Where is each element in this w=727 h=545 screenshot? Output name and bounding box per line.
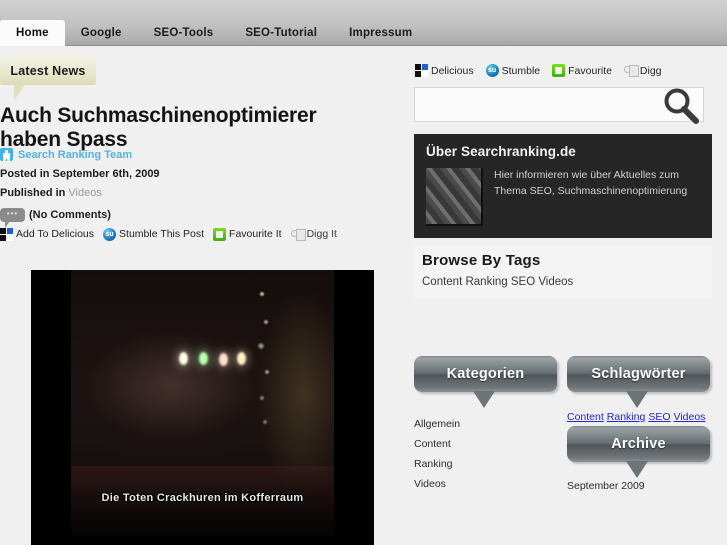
delicious-icon	[0, 227, 13, 241]
tag-link[interactable]: Ranking	[607, 411, 646, 423]
browse-by-tags-title: Browse By Tags	[422, 252, 541, 269]
kategorien-item[interactable]: Videos	[414, 474, 554, 494]
share-label: Digg	[639, 64, 662, 77]
about-panel: Über Searchranking.de Hier informieren w…	[414, 134, 712, 238]
digg-icon	[623, 64, 639, 77]
share-label: Stumble This Post	[119, 228, 205, 240]
kategorien-item[interactable]: Allgemein	[414, 414, 554, 434]
sidebar-social-links: Delicious Stumble Favourite Digg	[415, 64, 670, 77]
top-navigation-bar: Home Google SEO-Tools SEO-Tutorial Impressum	[0, 0, 727, 46]
share-label: Digg It	[306, 228, 337, 240]
page-body: Latest News Auch Suchmaschinenoptimierer…	[0, 46, 727, 545]
kategorien-header-tail	[473, 391, 495, 408]
author-icon	[0, 148, 13, 161]
author-name[interactable]: Search Ranking Team	[18, 149, 132, 161]
kategorien-item[interactable]: Ranking	[414, 454, 554, 474]
tag-link[interactable]: SEO	[648, 411, 670, 423]
nav-item-google[interactable]: Google	[65, 20, 138, 46]
comment-dots: •••	[6, 209, 19, 218]
video-caption: Die Toten Crackhuren im Kofferraum	[101, 492, 304, 504]
nav-item-seo-tutorial[interactable]: SEO-Tutorial	[229, 20, 333, 46]
about-title: Über Searchranking.de	[426, 144, 576, 159]
delicious-icon	[415, 64, 428, 77]
share-favourite[interactable]: Favourite	[552, 64, 612, 77]
published-category[interactable]: Videos	[68, 187, 101, 199]
share-delicious[interactable]: Delicious	[415, 64, 474, 77]
share-label: Delicious	[431, 64, 474, 77]
schlagwoerter-title: Schlagwörter	[591, 366, 686, 382]
post-author[interactable]: Search Ranking Team	[0, 148, 132, 161]
share-digg[interactable]: Digg It	[290, 228, 337, 241]
sidebar-column: Delicious Stumble Favourite Digg Über Searc…	[408, 46, 712, 545]
post-comments[interactable]: ••• (No Comments)	[0, 204, 111, 228]
post-published-in: Published in Videos	[0, 187, 102, 199]
digg-icon	[290, 228, 306, 241]
comments-count-label[interactable]: (No Comments)	[29, 209, 111, 221]
archive-header-tail	[626, 461, 648, 478]
archive-item[interactable]: September 2009	[567, 480, 645, 492]
share-stumbleupon[interactable]: Stumble	[485, 64, 541, 77]
search-box[interactable]	[414, 87, 704, 124]
kategorien-list: Allgemein Content Ranking Videos	[414, 414, 554, 494]
share-label: Stumble	[501, 64, 541, 77]
archive-widget-header: Archive	[567, 426, 710, 462]
share-favourite[interactable]: Favourite It	[213, 227, 282, 241]
video-frame: Die Toten Crackhuren im Kofferraum	[71, 270, 334, 545]
share-delicious[interactable]: Add To Delicious	[0, 227, 95, 241]
comment-bubble-icon: •••	[0, 208, 25, 228]
tag-link[interactable]: Videos	[674, 411, 706, 423]
nav-item-seo-tools[interactable]: SEO-Tools	[138, 20, 230, 46]
browse-by-tags-panel: Browse By Tags Content Ranking SEO Video…	[414, 246, 712, 298]
post-title: Auch Suchmaschinenoptimierer haben Spass	[0, 104, 317, 151]
archive-title: Archive	[611, 436, 666, 452]
published-label: Published in	[0, 187, 66, 199]
stage-light	[199, 352, 208, 365]
stumbleupon-icon	[485, 64, 499, 77]
post-share-links: Add To Delicious Stumble This Post Favouri…	[0, 226, 342, 242]
post-date: Posted in September 6th, 2009	[0, 168, 160, 180]
share-label: Favourite It	[229, 228, 282, 240]
kategorien-title: Kategorien	[446, 366, 525, 382]
main-menu: Home Google SEO-Tools SEO-Tutorial Impressum	[0, 20, 428, 46]
about-thumbnail-image	[426, 168, 483, 226]
nav-item-impressum[interactable]: Impressum	[333, 20, 428, 46]
favourite-icon	[552, 64, 566, 77]
share-label: Add To Delicious	[16, 228, 95, 240]
search-icon[interactable]	[660, 85, 702, 127]
latest-news-label: Latest News	[10, 63, 86, 78]
schlagwoerter-widget-header: Schlagwörter	[567, 356, 710, 392]
browse-by-tags-list[interactable]: Content Ranking SEO Videos	[422, 276, 573, 288]
stumbleupon-icon	[103, 227, 117, 241]
kategorien-widget-header: Kategorien	[414, 356, 557, 392]
latest-news-badge: Latest News	[0, 56, 96, 102]
kategorien-item[interactable]: Content	[414, 434, 554, 454]
tag-link[interactable]: Content	[567, 411, 604, 423]
archive-list: September 2009	[567, 480, 645, 492]
stage-light	[179, 352, 188, 365]
speech-bubble-tail	[14, 84, 25, 101]
video-floor-shadow	[71, 466, 334, 545]
search-input[interactable]	[415, 88, 671, 121]
stage-light	[237, 352, 246, 365]
main-content-column: Latest News Auch Suchmaschinenoptimierer…	[0, 46, 395, 545]
share-digg[interactable]: Digg	[623, 64, 662, 77]
favourite-icon	[213, 227, 227, 241]
latest-news-bubble: Latest News	[0, 56, 96, 85]
share-stumbleupon[interactable]: Stumble This Post	[103, 227, 205, 241]
schlagwoerter-links: Content Ranking SEO Videos	[567, 411, 708, 423]
video-sparkle-lights	[256, 288, 274, 433]
embedded-video-player[interactable]: Die Toten Crackhuren im Kofferraum	[31, 270, 374, 545]
about-description: Hier informieren wie über Aktuelles zum …	[494, 169, 688, 197]
stage-light	[219, 353, 228, 366]
share-label: Favourite	[568, 64, 612, 77]
nav-item-home[interactable]: Home	[0, 20, 65, 46]
schlagwoerter-header-tail	[626, 391, 648, 408]
